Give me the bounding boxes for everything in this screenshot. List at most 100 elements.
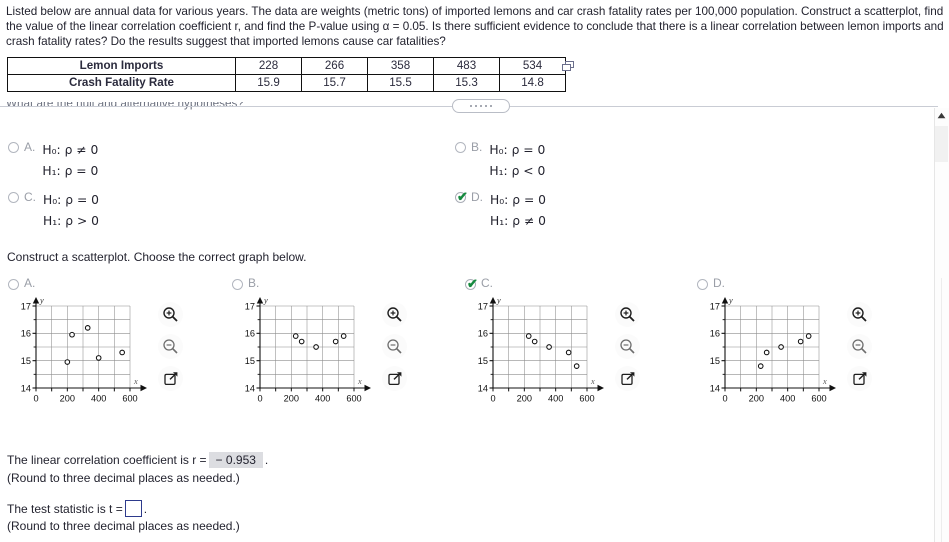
hypothesis-option-b[interactable]: B. H₀: ρ = 0 H₁: ρ < 0	[455, 140, 545, 182]
vertical-scrollbar[interactable]	[934, 108, 949, 542]
svg-text:200: 200	[517, 394, 532, 404]
graph-a-tools	[158, 302, 183, 391]
graph-letter-d: D.	[713, 276, 725, 290]
t-value-input[interactable]	[124, 500, 142, 517]
data-point	[573, 363, 580, 369]
zoom-out-icon[interactable]	[382, 334, 407, 359]
copy-icon[interactable]	[562, 60, 575, 72]
table-row: Crash Fatality Rate 15.9 15.7 15.5 15.3 14.8	[7, 74, 566, 92]
table-cell: 14.8	[499, 74, 566, 92]
zoom-out-icon[interactable]	[615, 334, 640, 359]
scatterplot-c: 14 15 16 17 0 200 400 600 y x	[465, 296, 605, 413]
svg-text:600: 600	[811, 394, 826, 404]
expand-icon[interactable]	[382, 366, 407, 391]
dot-icon	[489, 104, 493, 108]
table-cell: 358	[367, 57, 434, 75]
hypothesis-option-c[interactable]: C. H₀: ρ = 0 H₁: ρ > 0	[8, 190, 99, 232]
dot-icon	[469, 104, 473, 108]
table-row: Lemon Imports 228 266 358 483 534	[7, 57, 566, 75]
hypothesis-option-a[interactable]: A. H₀: ρ ≠ 0 H₁: ρ = 0	[8, 140, 98, 182]
scrollbar-track	[941, 278, 942, 542]
svg-text:15: 15	[245, 356, 255, 366]
hypothesis-c-null: H₀: ρ = 0	[43, 193, 99, 207]
graph-letter-c: C.	[481, 276, 493, 290]
table-row-label: Crash Fatality Rate	[7, 74, 236, 92]
radio-hypothesis-c[interactable]	[8, 192, 19, 203]
scatterplot-svg: 14 15 16 17 0 200 400 600 y x	[245, 296, 371, 404]
graph-option-a[interactable]: A. 14 15 16 17 0 200 400 600 y x	[8, 276, 183, 413]
table-cell: 483	[433, 57, 500, 75]
graph-c-tools	[615, 302, 640, 391]
graph-option-d[interactable]: D. 14 15 16 17 0 200 400 600 y x	[697, 276, 872, 413]
radio-graph-a[interactable]	[8, 278, 19, 290]
data-point	[64, 359, 71, 365]
hypothesis-option-d[interactable]: ✔ D. H₀: ρ = 0 H₁: ρ ≠ 0	[455, 190, 546, 232]
scatterplot-svg: 14 15 16 17 0 200 400 600 y x	[21, 296, 147, 404]
collapse-handle[interactable]	[452, 99, 510, 113]
data-table: Lemon Imports 228 266 358 483 534 Crash Fatali…	[7, 57, 566, 92]
svg-text:16: 16	[710, 329, 720, 339]
zoom-in-icon[interactable]	[615, 302, 640, 327]
svg-text:y: y	[263, 296, 268, 305]
radio-graph-c[interactable]: ✔	[465, 277, 478, 290]
svg-text:17: 17	[710, 301, 720, 311]
graph-option-b[interactable]: B. 14 15 16 17 0 200 400 600 y x	[232, 276, 407, 413]
svg-text:16: 16	[478, 329, 488, 339]
zoom-out-icon[interactable]	[847, 334, 872, 359]
data-point	[298, 338, 305, 345]
zoom-in-icon[interactable]	[158, 302, 183, 327]
r-answer-prefix: The linear correlation coefficient is r …	[7, 453, 207, 467]
graph-d-tools	[847, 302, 872, 391]
radio-hypothesis-d[interactable]: ✔	[455, 190, 468, 203]
svg-text:17: 17	[245, 301, 255, 311]
t-answer-line: The test statistic is t =.	[7, 500, 147, 517]
svg-text:x: x	[590, 377, 595, 386]
zoom-out-icon[interactable]	[158, 334, 183, 359]
svg-text:400: 400	[780, 394, 795, 404]
table-cell: 15.9	[235, 74, 302, 92]
svg-text:15: 15	[710, 356, 720, 366]
zoom-in-icon[interactable]	[847, 302, 872, 327]
r-round-note: (Round to three decimal places as needed…	[7, 471, 240, 485]
svg-text:y: y	[496, 296, 501, 305]
data-point	[546, 344, 552, 350]
svg-text:200: 200	[749, 394, 764, 404]
svg-text:600: 600	[346, 394, 361, 404]
table-cell: 266	[301, 57, 368, 75]
expand-icon[interactable]	[847, 366, 872, 391]
scatterplot-b: 14 15 16 17 0 200 400 600 y x	[232, 296, 372, 413]
radio-graph-d[interactable]	[697, 278, 708, 290]
svg-text:400: 400	[91, 394, 106, 404]
radio-hypothesis-a[interactable]	[8, 142, 19, 153]
t-answer-prefix: The test statistic is t =	[7, 502, 123, 516]
dot-icon	[479, 104, 483, 108]
svg-text:600: 600	[122, 394, 137, 404]
dot-icon	[484, 104, 488, 108]
scatterplot-svg: 14 15 16 17 0 200 400 600 y x	[478, 296, 604, 404]
scrollbar-thumb[interactable]	[935, 126, 948, 162]
data-point	[805, 333, 812, 339]
zoom-in-icon[interactable]	[382, 302, 407, 327]
data-point	[119, 349, 125, 356]
table-cell: 534	[499, 57, 566, 75]
svg-text:17: 17	[21, 301, 31, 311]
hypothesis-d-null: H₀: ρ = 0	[490, 193, 546, 207]
hypothesis-c-alt: H₁: ρ > 0	[43, 214, 99, 228]
hypothesis-b-null: H₀: ρ = 0	[489, 143, 546, 157]
radio-graph-b[interactable]	[232, 278, 243, 290]
svg-text:400: 400	[315, 394, 330, 404]
svg-text:14: 14	[710, 383, 720, 393]
exercise-page: Listed below are annual data for various…	[0, 0, 949, 542]
graph-option-c[interactable]: ✔ C. 14 15 16 17 0 200 400 600 y x	[465, 276, 640, 413]
scroll-up-arrow-icon[interactable]	[934, 108, 949, 123]
data-point	[69, 331, 75, 338]
graph-b-tools	[382, 302, 407, 391]
data-point	[565, 349, 572, 356]
expand-icon[interactable]	[158, 366, 183, 391]
r-value-box[interactable]: − 0.953	[208, 452, 263, 468]
radio-hypothesis-b[interactable]	[455, 142, 466, 153]
r-answer-suffix: .	[264, 453, 269, 467]
table-row-label: Lemon Imports	[7, 57, 236, 75]
expand-icon[interactable]	[615, 366, 640, 391]
svg-text:14: 14	[478, 383, 488, 393]
